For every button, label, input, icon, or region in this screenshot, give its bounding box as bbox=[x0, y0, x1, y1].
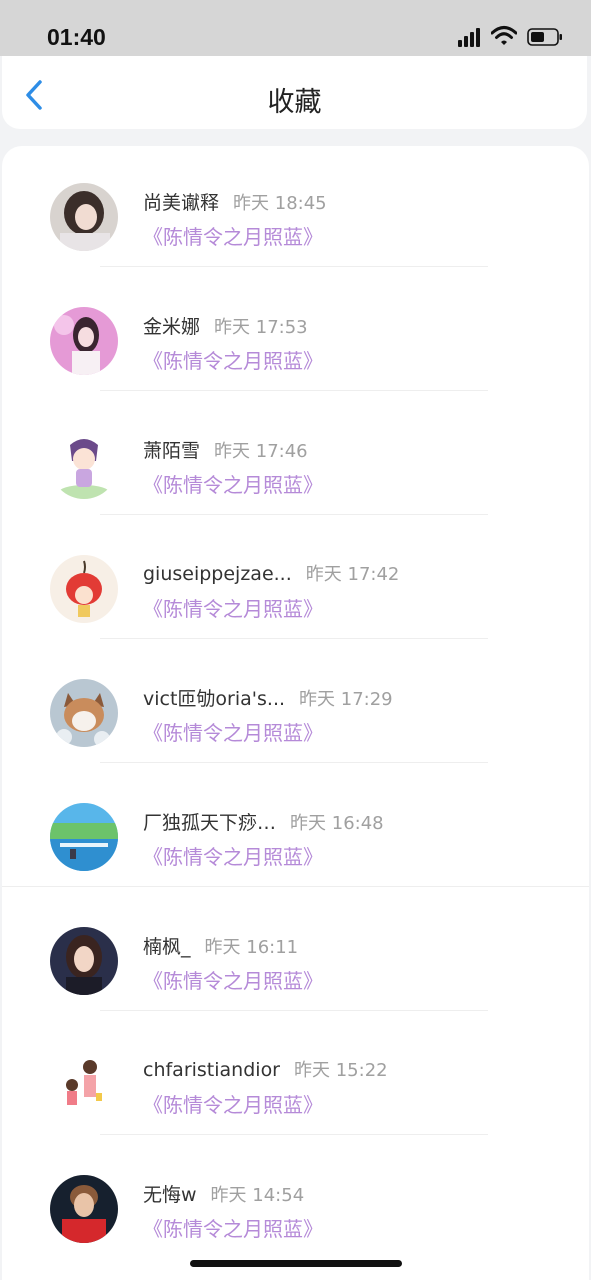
list-item[interactable]: 萧陌雪 昨天 17:46 《陈情令之月照蓝》 bbox=[2, 394, 589, 518]
status-bar: 01:40 bbox=[0, 0, 591, 56]
anime-scenery-avatar[interactable] bbox=[50, 803, 118, 871]
work-title-link[interactable]: 《陈情令之月照蓝》 bbox=[143, 221, 323, 250]
work-title-link[interactable]: 《陈情令之月照蓝》 bbox=[143, 1089, 323, 1118]
wifi-icon bbox=[491, 26, 517, 45]
list-item[interactable]: vict匝劬oria's... 昨天 17:29 《陈情令之月照蓝》 bbox=[2, 642, 589, 766]
list-item[interactable]: 金米娜 昨天 17:53 《陈情令之月照蓝》 bbox=[2, 270, 589, 394]
timestamp: 昨天 16:11 bbox=[204, 937, 299, 958]
user-name[interactable]: 萧陌雪 bbox=[143, 440, 200, 462]
cartoon-girl-avatar[interactable] bbox=[50, 431, 118, 499]
timestamp: 昨天 17:42 bbox=[305, 564, 400, 585]
user-name[interactable]: chfaristiandior bbox=[143, 1059, 280, 1081]
list-item[interactable]: 无悔w 昨天 14:54 《陈情令之月照蓝》 bbox=[2, 1138, 589, 1262]
man-photo-avatar[interactable] bbox=[50, 1175, 118, 1243]
work-title-link[interactable]: 《陈情令之月照蓝》 bbox=[143, 965, 323, 994]
cartoon-mother-child-avatar[interactable] bbox=[50, 1051, 118, 1119]
divider bbox=[100, 638, 488, 639]
cat-photo-avatar[interactable] bbox=[50, 679, 118, 747]
user-name[interactable]: 楠枫_ bbox=[143, 936, 191, 958]
divider bbox=[100, 266, 488, 267]
list-item[interactable]: giuseippejzae... 昨天 17:42 《陈情令之月照蓝》 bbox=[2, 518, 589, 642]
user-name[interactable]: 尚美谳释 bbox=[143, 192, 219, 214]
girl-photo-avatar[interactable] bbox=[50, 183, 118, 251]
timestamp: 昨天 17:29 bbox=[299, 689, 393, 710]
divider bbox=[100, 1134, 488, 1135]
user-name[interactable]: 金米娜 bbox=[143, 316, 200, 338]
timestamp: 昨天 18:45 bbox=[233, 193, 327, 214]
user-name[interactable]: giuseippejzae... bbox=[143, 563, 292, 585]
signal-icon bbox=[458, 27, 484, 47]
list-item[interactable]: chfaristiandior 昨天 15:22 《陈情令之月照蓝》 bbox=[2, 1014, 589, 1138]
work-title-link[interactable]: 《陈情令之月照蓝》 bbox=[143, 717, 323, 746]
divider bbox=[100, 514, 488, 515]
home-indicator[interactable] bbox=[190, 1260, 402, 1267]
status-time: 01:40 bbox=[47, 24, 106, 50]
battery-icon bbox=[527, 28, 562, 46]
list-item[interactable]: 楠枫_ 昨天 16:11 《陈情令之月照蓝》 bbox=[2, 890, 589, 1014]
list-item[interactable]: 尚美谳释 昨天 18:45 《陈情令之月照蓝》 bbox=[2, 146, 589, 270]
pink-girl-photo-avatar[interactable] bbox=[50, 307, 118, 375]
timestamp: 昨天 15:22 bbox=[294, 1060, 388, 1081]
user-name[interactable]: 无悔w bbox=[143, 1184, 197, 1206]
nav-header: 收藏 bbox=[2, 56, 587, 129]
work-title-link[interactable]: 《陈情令之月照蓝》 bbox=[143, 1213, 323, 1242]
favorites-list: 尚美谳释 昨天 18:45 《陈情令之月照蓝》 金米娜 昨天 17:53 《陈情令之… bbox=[2, 146, 589, 1280]
work-title-link[interactable]: 《陈情令之月照蓝》 bbox=[143, 841, 323, 870]
woman-photo-avatar[interactable] bbox=[50, 927, 118, 995]
work-title-link[interactable]: 《陈情令之月照蓝》 bbox=[143, 469, 323, 498]
timestamp: 昨天 17:53 bbox=[214, 317, 308, 338]
page-title: 收藏 bbox=[267, 87, 322, 118]
user-name[interactable]: 厂独孤天下痧… bbox=[143, 812, 276, 834]
divider bbox=[100, 762, 488, 763]
list-item[interactable]: 厂独孤天下痧… 昨天 16:48 《陈情令之月照蓝》 bbox=[2, 766, 589, 890]
user-name[interactable]: vict匝劬oria's... bbox=[143, 688, 285, 710]
cherry-cartoon-avatar[interactable] bbox=[50, 555, 118, 623]
timestamp: 昨天 14:54 bbox=[210, 1185, 305, 1206]
work-title-link[interactable]: 《陈情令之月照蓝》 bbox=[143, 345, 323, 374]
divider bbox=[2, 886, 589, 887]
timestamp: 昨天 16:48 bbox=[290, 813, 384, 834]
divider bbox=[100, 390, 488, 391]
divider bbox=[100, 1010, 488, 1011]
work-title-link[interactable]: 《陈情令之月照蓝》 bbox=[143, 593, 323, 622]
timestamp: 昨天 17:46 bbox=[214, 441, 308, 462]
